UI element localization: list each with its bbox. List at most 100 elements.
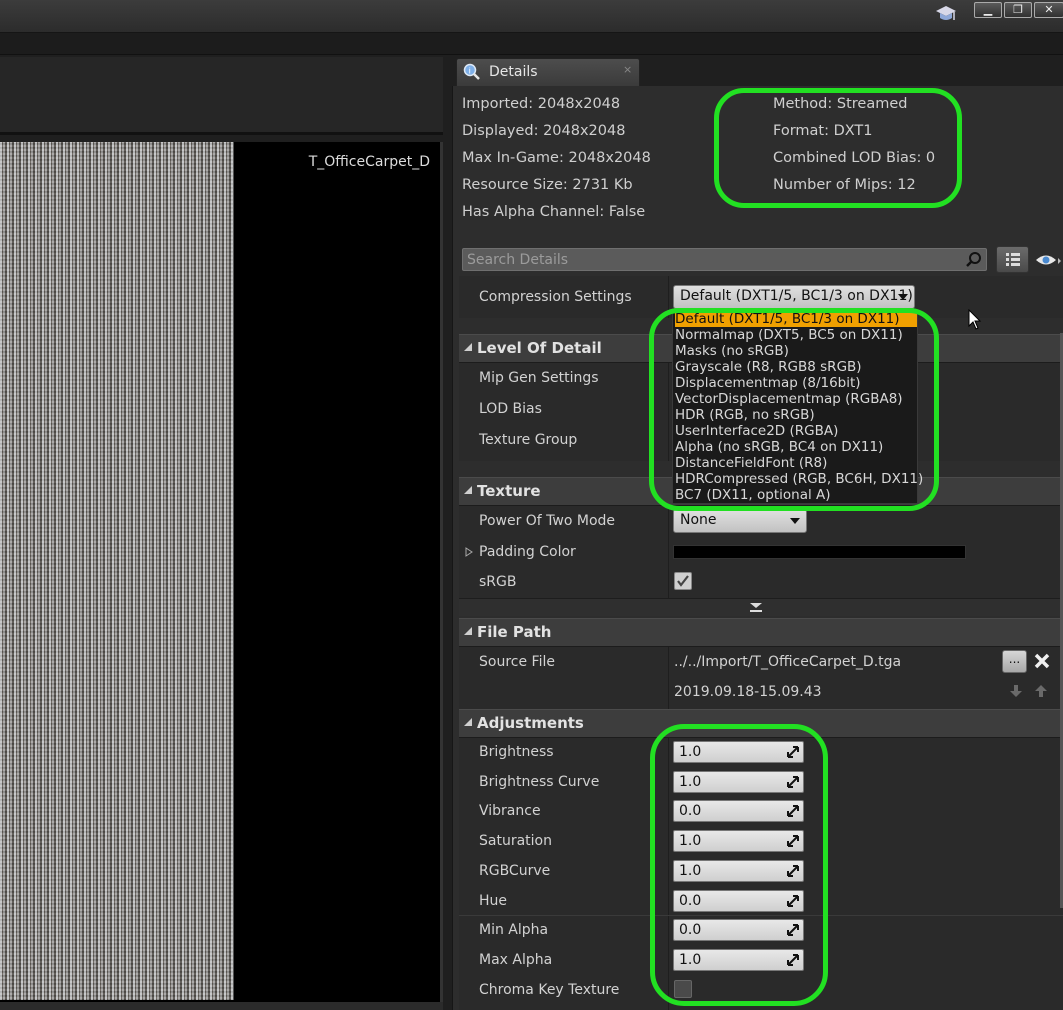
texture-group-label: Texture Group xyxy=(479,432,578,448)
grid-icon xyxy=(1006,253,1020,266)
power-of-two-label: Power Of Two Mode xyxy=(479,513,616,529)
compression-settings-label: Compression Settings xyxy=(479,289,632,305)
mouse-cursor-icon xyxy=(968,309,982,330)
maximize-button[interactable]: ❐ xyxy=(1004,2,1032,18)
dropdown-option[interactable]: Masks (no sRGB) xyxy=(675,343,917,359)
dropdown-option[interactable]: Default (DXT1/5, BC1/3 on DX11) xyxy=(675,311,917,327)
column-divider xyxy=(668,647,669,709)
category-title: Texture xyxy=(477,482,541,500)
grid-view-button[interactable] xyxy=(996,246,1029,273)
category-adjustments[interactable]: Adjustments xyxy=(459,709,1063,738)
expand-arrow-icon[interactable] xyxy=(465,547,473,557)
collapse-arrow-icon xyxy=(464,343,472,351)
max-alpha-label: Max Alpha xyxy=(479,952,553,968)
brightness-field[interactable]: 1.0 xyxy=(673,741,804,763)
category-file-path[interactable]: File Path xyxy=(459,618,1063,647)
spin-arrows-icon xyxy=(787,924,799,936)
rgbcurve-label: RGBCurve xyxy=(479,863,551,879)
chevron-down-icon xyxy=(790,518,800,524)
source-file-timestamp: 2019.09.18-15.09.43 xyxy=(674,684,822,700)
arrow-up-icon[interactable] xyxy=(1033,683,1049,699)
spin-arrows-icon xyxy=(787,776,799,788)
info-has-alpha: Has Alpha Channel: False xyxy=(462,204,646,220)
dropdown-option[interactable]: VectorDisplacementmap (RGBA8) xyxy=(675,391,917,407)
mip-gen-settings-label: Mip Gen Settings xyxy=(479,370,599,386)
compression-settings-combo[interactable]: Default (DXT1/5, BC1/3 on DX11) xyxy=(673,285,915,309)
source-file-label: Source File xyxy=(479,654,555,670)
column-divider xyxy=(668,738,669,1010)
chroma-key-label: Chroma Key Texture xyxy=(479,982,620,998)
saturation-value: 1.0 xyxy=(679,833,702,849)
eye-icon[interactable] xyxy=(1034,252,1063,268)
srgb-checkbox[interactable] xyxy=(674,572,692,590)
vibrance-value: 0.0 xyxy=(679,803,702,819)
dropdown-option[interactable]: UserInterface2D (RGBA) xyxy=(675,423,917,439)
hue-field[interactable]: 0.0 xyxy=(673,890,804,912)
dropdown-option[interactable]: Normalmap (DXT5, BC5 on DX11) xyxy=(675,327,917,343)
compression-dropdown-list[interactable]: Default (DXT1/5, BC1/3 on DX11) Normalma… xyxy=(672,310,923,504)
brightness-curve-label: Brightness Curve xyxy=(479,774,600,790)
dropdown-option[interactable]: HDR (RGB, no sRGB) xyxy=(675,407,917,423)
graduation-cap-icon[interactable] xyxy=(934,3,958,25)
chevron-down-icon xyxy=(898,294,908,300)
rgbcurve-value: 1.0 xyxy=(679,863,702,879)
vibrance-label: Vibrance xyxy=(479,803,541,819)
minimize-button[interactable]: ▁ xyxy=(974,2,1002,18)
close-window-button[interactable]: ✕ xyxy=(1034,2,1063,18)
clear-icon[interactable] xyxy=(1033,652,1051,670)
brightness-value: 1.0 xyxy=(679,744,702,760)
max-alpha-field[interactable]: 1.0 xyxy=(673,949,804,971)
texture-viewport[interactable]: T_OfficeCarpet_D xyxy=(0,142,443,1002)
power-of-two-combo[interactable]: None xyxy=(673,509,807,533)
tab-details[interactable]: i Details × xyxy=(456,58,640,86)
dropdown-option[interactable]: HDRCompressed (RGB, BC6H, DX11) xyxy=(675,471,923,487)
expand-more-icon xyxy=(750,603,762,612)
dropdown-option[interactable]: DistanceFieldFont (R8) xyxy=(675,455,917,471)
checkmark-icon xyxy=(677,575,689,587)
column-divider xyxy=(668,506,669,598)
tab-close-icon[interactable]: × xyxy=(623,63,632,76)
search-input[interactable] xyxy=(467,251,957,269)
dropdown-option[interactable]: Alpha (no sRGB, BC4 on DX11) xyxy=(675,439,917,455)
column-divider xyxy=(668,276,669,318)
min-alpha-label: Min Alpha xyxy=(479,922,549,938)
rgbcurve-field[interactable]: 1.0 xyxy=(673,860,804,882)
dropdown-option[interactable]: BC7 (DX11, optional A) xyxy=(675,487,917,503)
title-bar: ▁ ❐ ✕ xyxy=(0,0,1063,33)
info-imported: Imported: 2048x2048 xyxy=(462,96,621,112)
info-format: Format: DXT1 xyxy=(773,123,873,139)
collapse-arrow-icon xyxy=(464,627,472,635)
spin-arrows-icon xyxy=(787,865,799,877)
category-title: Level Of Detail xyxy=(477,339,602,357)
tab-details-label: Details xyxy=(489,64,538,80)
lod-bias-label: LOD Bias xyxy=(479,401,542,417)
padding-color-swatch[interactable] xyxy=(673,545,966,559)
vibrance-field[interactable]: 0.0 xyxy=(673,800,804,822)
info-lod-bias: Combined LOD Bias: 0 xyxy=(773,150,936,166)
chroma-key-checkbox[interactable] xyxy=(674,980,692,998)
min-alpha-field[interactable]: 0.0 xyxy=(673,919,804,941)
search-icon[interactable] xyxy=(964,251,984,269)
saturation-field[interactable]: 1.0 xyxy=(673,830,804,852)
brightness-label: Brightness xyxy=(479,744,554,760)
advanced-expander[interactable] xyxy=(459,598,1063,616)
svg-text:i: i xyxy=(469,67,471,76)
info-displayed: Displayed: 2048x2048 xyxy=(462,123,626,139)
max-alpha-value: 1.0 xyxy=(679,952,702,968)
arrow-down-icon[interactable] xyxy=(1008,683,1024,699)
dropdown-option[interactable]: Displacementmap (8/16bit) xyxy=(675,375,917,391)
info-mips: Number of Mips: 12 xyxy=(773,177,916,193)
dropdown-option[interactable]: Grayscale (R8, RGB8 sRGB) xyxy=(675,359,917,375)
browse-button[interactable]: ... xyxy=(1002,650,1027,673)
details-magnifier-icon: i xyxy=(463,63,480,80)
brightness-curve-value: 1.0 xyxy=(679,774,702,790)
brightness-curve-field[interactable]: 1.0 xyxy=(673,771,804,793)
spin-arrows-icon xyxy=(787,895,799,907)
viewport-status-strip xyxy=(0,1002,443,1010)
viewport-toolbar xyxy=(0,57,443,135)
spin-arrows-icon xyxy=(787,954,799,966)
search-details-box[interactable] xyxy=(462,248,987,271)
texture-preview-image xyxy=(0,142,234,1000)
spin-arrows-icon xyxy=(787,746,799,758)
power-of-two-value: None xyxy=(680,512,717,528)
